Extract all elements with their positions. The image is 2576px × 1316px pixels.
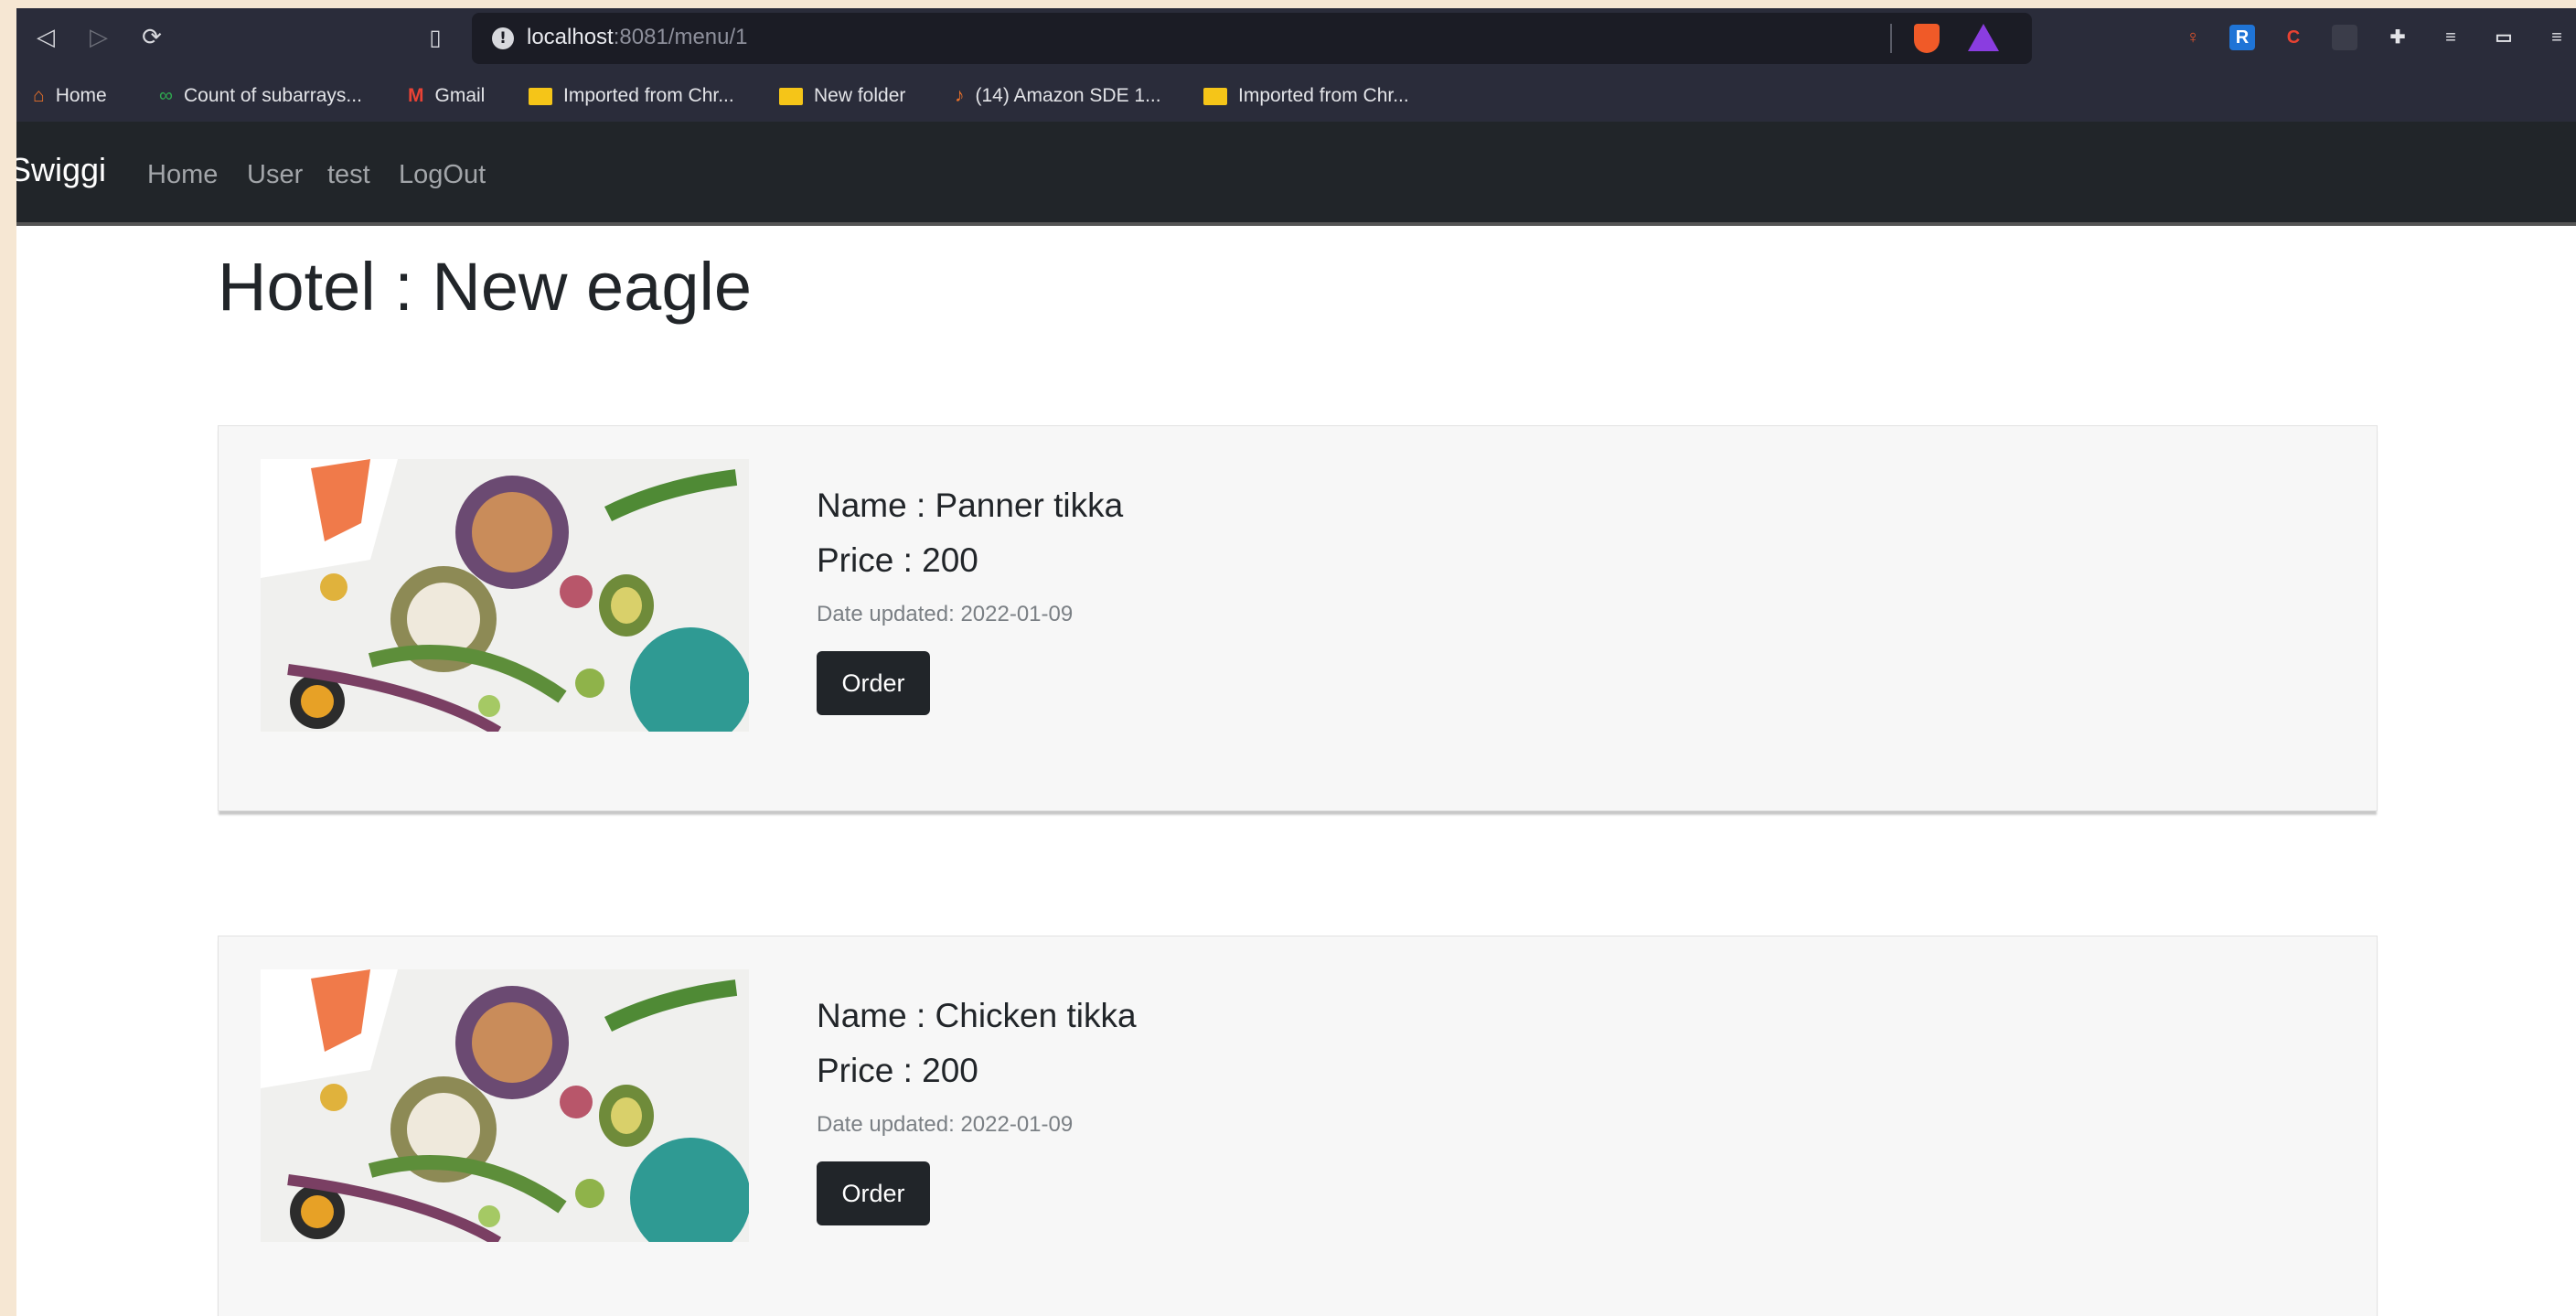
browser-toolbar: ◁ ▷ ⟳ ▯ ! localhost:8081/menu/1 ♀ R C ✚ …: [16, 8, 2576, 70]
brave-rewards-icon[interactable]: [1968, 24, 1999, 51]
brave-shield-icon[interactable]: [1914, 24, 1940, 53]
back-icon[interactable]: ◁: [29, 21, 62, 54]
playlist-icon[interactable]: ≡: [2438, 25, 2464, 50]
address-divider: [1890, 24, 1892, 53]
site-info-icon[interactable]: !: [492, 27, 514, 49]
page-title: Hotel : New eagle: [218, 249, 753, 325]
bookmark-item[interactable]: Imported from Chr...: [1203, 85, 1409, 107]
item-price: Price : 200: [817, 1052, 978, 1089]
food-image: [261, 969, 749, 1242]
browser-window: ◁ ▷ ⟳ ▯ ! localhost:8081/menu/1 ♀ R C ✚ …: [16, 8, 2576, 1316]
order-button[interactable]: Order: [817, 1161, 930, 1225]
card-body: Name : Panner tikka Price : 200 Date upd…: [817, 487, 1123, 715]
extension-icon[interactable]: R: [2229, 25, 2255, 50]
item-price: Price : 200: [817, 541, 978, 579]
brand-logo[interactable]: Swiggi: [16, 151, 106, 189]
music-icon: ♪: [955, 85, 965, 106]
nav-link-home[interactable]: Home: [147, 160, 218, 190]
menu-icon[interactable]: ≡: [2544, 25, 2570, 50]
item-name: Name : Chicken tikka: [817, 997, 1137, 1034]
item-date: Date updated: 2022-01-09: [817, 602, 1074, 626]
extension-icon[interactable]: [2332, 25, 2357, 50]
bookmark-item[interactable]: ∞ Count of subarrays...: [159, 85, 362, 107]
item-name: Name : Panner tikka: [817, 487, 1124, 524]
nav-link-logout[interactable]: LogOut: [399, 160, 486, 190]
puzzle-icon[interactable]: ✚: [2385, 25, 2410, 50]
forward-icon[interactable]: ▷: [82, 21, 115, 54]
site-navbar: Swiggi Home User test LogOut: [16, 122, 2576, 226]
extension-icon[interactable]: C: [2281, 25, 2306, 50]
folder-icon: [529, 87, 552, 105]
link-icon: ∞: [159, 85, 173, 106]
bookmark-item[interactable]: New folder: [779, 85, 905, 107]
home-icon: ⌂: [33, 85, 45, 106]
bookmark-item[interactable]: ⌂ Home: [33, 85, 107, 107]
wallet-icon[interactable]: ▭: [2491, 25, 2517, 50]
nav-link-user[interactable]: User: [247, 160, 303, 190]
gmail-icon: M: [408, 85, 424, 106]
order-button[interactable]: Order: [817, 651, 930, 715]
bookmarks-bar: ⌂ Home ∞ Count of subarrays... M Gmail Impo…: [16, 70, 2576, 122]
menu-item-card: Name : Chicken tikka Price : 200 Date up…: [218, 936, 2378, 1316]
item-date: Date updated: 2022-01-09: [817, 1112, 1074, 1137]
address-bar[interactable]: ! localhost:8081/menu/1: [472, 13, 2032, 64]
bookmark-item[interactable]: Imported from Chr...: [529, 85, 734, 107]
url-text: localhost:8081/menu/1: [527, 25, 748, 49]
bookmark-icon[interactable]: ▯: [419, 21, 452, 54]
folder-icon: [779, 87, 803, 105]
card-body: Name : Chicken tikka Price : 200 Date up…: [817, 997, 1137, 1225]
reload-icon[interactable]: ⟳: [135, 21, 168, 54]
bookmark-item[interactable]: ♪ (14) Amazon SDE 1...: [955, 85, 1161, 107]
bookmark-item[interactable]: M Gmail: [408, 85, 485, 107]
menu-item-card: Name : Panner tikka Price : 200 Date upd…: [218, 425, 2378, 811]
folder-icon: [1203, 87, 1227, 105]
nav-link-test[interactable]: test: [327, 160, 370, 190]
food-image: [261, 459, 749, 732]
extension-icon[interactable]: ♀: [2180, 25, 2206, 50]
